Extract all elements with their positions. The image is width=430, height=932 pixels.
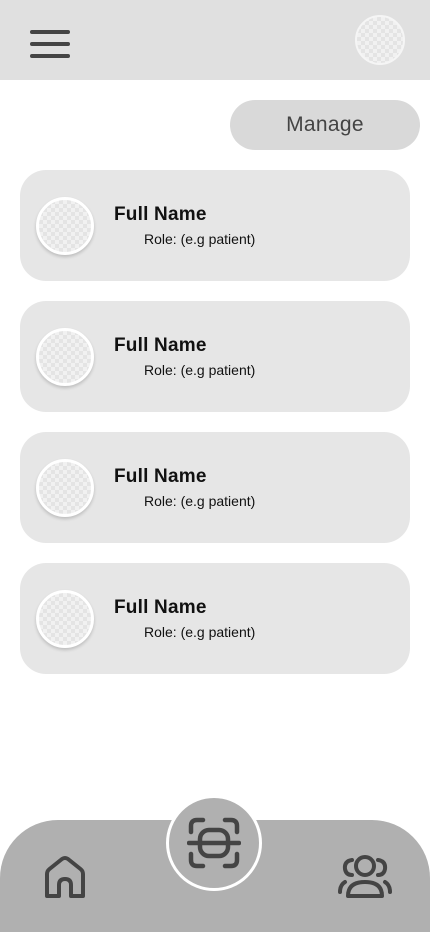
manage-button[interactable]: Manage (230, 100, 420, 150)
user-name: Full Name (114, 204, 207, 225)
user-name: Full Name (114, 335, 207, 356)
user-name: Full Name (114, 597, 207, 618)
users-icon-graphic (338, 855, 392, 898)
app-screen: Manage Full Name Role: (e.g patient) Ful… (0, 0, 430, 932)
user-card[interactable]: Full Name Role: (e.g patient) (20, 563, 410, 674)
user-role: Role: (e.g patient) (144, 493, 256, 509)
home-icon-graphic (45, 856, 85, 898)
menu-line (30, 42, 70, 46)
user-card[interactable]: Full Name Role: (e.g patient) (20, 432, 410, 543)
home-icon[interactable] (40, 852, 90, 902)
user-role: Role: (e.g patient) (144, 624, 256, 640)
profile-avatar[interactable] (355, 15, 405, 65)
menu-line (30, 54, 70, 58)
scan-icon-graphic (187, 817, 241, 869)
top-bar (0, 0, 430, 80)
hamburger-menu-icon[interactable] (28, 26, 72, 62)
user-name: Full Name (114, 466, 207, 487)
user-avatar (36, 590, 94, 648)
user-card[interactable]: Full Name Role: (e.g patient) (20, 301, 410, 412)
user-list: Full Name Role: (e.g patient) Full Name … (20, 170, 410, 694)
user-card[interactable]: Full Name Role: (e.g patient) (20, 170, 410, 281)
user-avatar (36, 328, 94, 386)
user-role: Role: (e.g patient) (144, 362, 256, 378)
scan-icon[interactable] (166, 795, 262, 891)
menu-line (30, 30, 70, 34)
user-avatar (36, 459, 94, 517)
user-role: Role: (e.g patient) (144, 231, 256, 247)
user-avatar (36, 197, 94, 255)
users-icon[interactable] (338, 852, 392, 900)
